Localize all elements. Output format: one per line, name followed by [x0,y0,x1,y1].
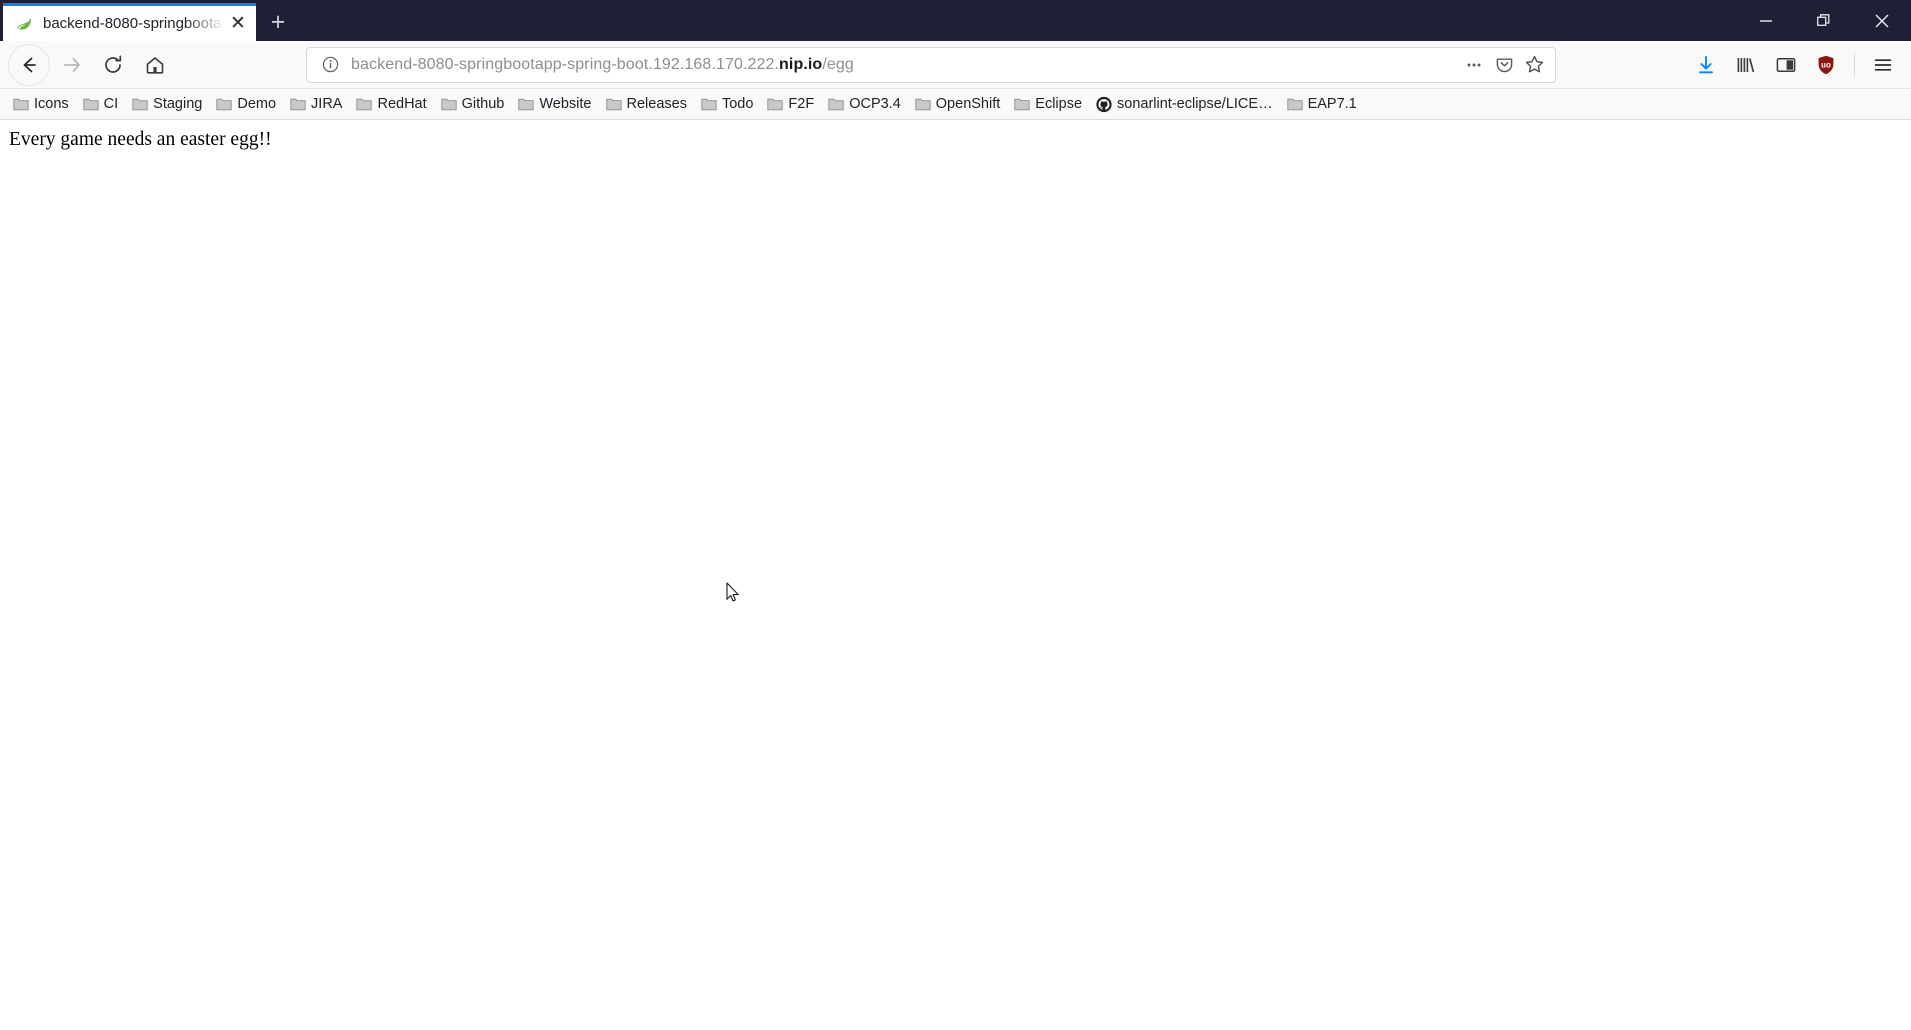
bookmark-label: CI [103,96,119,112]
bookmark-item-eap71[interactable]: EAP7.1 [1280,92,1364,117]
tab-close-icon[interactable]: ✕ [226,12,250,36]
bookmark-label: RedHat [377,96,427,112]
bookmark-label: sonarlint-eclipse/LICE… [1117,96,1273,112]
toolbar-right-actions: uo [1686,45,1903,85]
bookmark-item-todo[interactable]: Todo [694,92,760,117]
bookmark-item-ocp34[interactable]: OCP3.4 [821,92,908,117]
window-restore-button[interactable] [1795,0,1853,41]
folder-icon [13,96,29,112]
folder-icon [828,96,844,112]
bookmark-label: Staging [153,96,203,112]
folder-icon [356,96,373,112]
bookmark-item-github[interactable]: Github [434,92,512,117]
bookmark-label: Eclipse [1035,96,1083,112]
bookmark-item-f2f[interactable]: F2F [760,92,821,117]
svg-text:uo: uo [1821,60,1831,69]
page-body-text: Every game needs an easter egg!! [9,129,272,150]
bookmark-label: OpenShift [935,96,1001,112]
folder-icon [605,96,622,112]
tab-strip: backend-8080-springbootapp-s ✕ + [0,0,300,41]
window-close-button[interactable] [1853,0,1911,41]
url-path: /egg [822,55,854,73]
folder-icon [767,96,784,112]
bookmark-label: Website [539,96,592,112]
page-actions-icon[interactable] [1459,50,1489,80]
github-icon [1096,96,1112,112]
url-bar[interactable]: backend-8080-springbootapp-spring-boot.1… [306,46,1556,83]
mouse-cursor [726,582,740,604]
folder-icon [1286,96,1303,112]
bookmark-item-eclipse[interactable]: Eclipse [1007,92,1089,117]
navigation-toolbar: backend-8080-springbootapp-spring-boot.1… [0,41,1911,89]
page-content-area: Every game needs an easter egg!! [0,120,1911,1030]
folder-icon [1014,96,1030,112]
bookmark-label: Todo [721,96,754,112]
window-controls [1737,0,1911,41]
pocket-icon[interactable] [1489,50,1519,80]
urlbar-container: backend-8080-springbootapp-spring-boot.1… [176,46,1686,83]
back-button[interactable] [8,43,50,86]
url-prefix: backend-8080-springbootapp-spring-boot.1… [351,55,780,73]
bookmark-star-icon[interactable] [1519,50,1549,80]
bookmark-label: JIRA [311,96,343,112]
folder-icon [915,96,931,112]
toolbar-separator [1854,52,1855,77]
bookmark-item-icons[interactable]: Icons [6,92,76,117]
sidebar-icon[interactable] [1766,45,1806,85]
bookmarks-bar: Icons CI Staging Demo JIRA RedHat Github… [0,89,1911,120]
tab-title: backend-8080-springbootapp-s [43,15,226,32]
folder-icon [701,96,717,112]
bookmark-label: OCP3.4 [849,96,901,112]
title-bar: backend-8080-springbootapp-s ✕ + [0,0,1911,41]
bookmark-label: EAP7.1 [1307,96,1357,112]
bookmark-item-staging[interactable]: Staging [125,92,209,117]
bookmark-item-redhat[interactable]: RedHat [349,92,433,117]
hamburger-menu-icon[interactable] [1863,45,1903,85]
bookmark-label: Icons [34,96,69,112]
bookmark-label: Demo [237,96,277,112]
window-minimize-button[interactable] [1737,0,1795,41]
bookmark-label: Github [461,96,505,112]
url-bar-actions [1459,50,1549,80]
browser-tab-active[interactable]: backend-8080-springbootapp-s ✕ [3,3,256,41]
bookmark-label: F2F [788,96,815,112]
ublock-origin-icon[interactable]: uo [1806,45,1846,85]
bookmark-item-website[interactable]: Website [511,92,598,117]
forward-button[interactable] [50,44,92,86]
bookmark-item-ci[interactable]: CI [76,92,126,117]
new-tab-button[interactable]: + [256,3,300,41]
folder-icon [440,96,457,112]
reload-button[interactable] [92,44,134,86]
home-button[interactable] [134,44,176,86]
bookmark-item-demo[interactable]: Demo [209,92,283,117]
bookmark-item-jira[interactable]: JIRA [283,92,349,117]
folder-icon [290,96,306,112]
downloads-icon[interactable] [1686,45,1726,85]
info-circle-icon[interactable] [317,56,343,73]
spring-leaf-icon [15,15,33,33]
folder-icon [216,96,233,112]
folder-icon [518,96,535,112]
bookmark-item-sonarlint-eclipse-license[interactable]: sonarlint-eclipse/LICE… [1089,92,1280,117]
bookmark-item-releases[interactable]: Releases [599,92,694,117]
folder-icon [83,96,99,112]
bookmark-label: Releases [626,96,687,112]
bookmark-item-openshift[interactable]: OpenShift [908,92,1008,117]
url-host: nip.io [779,55,823,73]
library-icon[interactable] [1726,45,1766,85]
url-text[interactable]: backend-8080-springbootapp-spring-boot.1… [343,56,1459,74]
folder-icon [132,96,148,112]
